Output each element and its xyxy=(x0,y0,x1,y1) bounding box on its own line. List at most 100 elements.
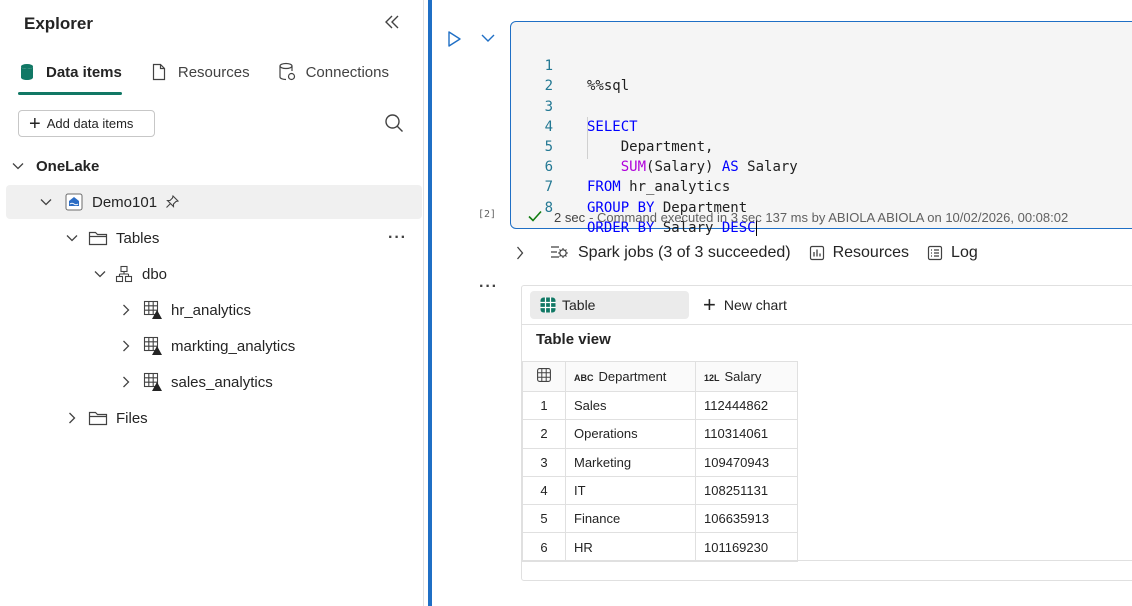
code-line: 2 xyxy=(511,56,1131,94)
code-editor[interactable]: 1 %%sql 2 3 SELECT 4 Department, 5 SUM(S… xyxy=(511,36,1131,237)
tree-item-table[interactable]: markting_analytics xyxy=(0,329,422,363)
database-icon xyxy=(18,62,36,82)
more-options-icon[interactable]: ··· xyxy=(388,229,407,247)
chevron-down-icon[interactable] xyxy=(64,230,80,246)
code-line: 3 SELECT xyxy=(511,76,1131,135)
table-icon xyxy=(537,368,551,382)
code-line: 5 SUM(Salary) AS Salary xyxy=(511,117,1131,175)
cell-department: IT xyxy=(565,475,696,506)
column-header-department[interactable]: ABC Department xyxy=(565,361,696,392)
checkmark-icon xyxy=(528,209,542,226)
table-row[interactable]: 4 IT 108251131 xyxy=(522,475,798,506)
output-view-tabs: Table + New chart xyxy=(530,291,797,319)
run-cell-button[interactable] xyxy=(446,30,464,48)
tab-data-items[interactable]: Data items xyxy=(18,58,122,95)
collapse-pane-button[interactable] xyxy=(384,13,404,35)
select-all-cell[interactable] xyxy=(522,361,566,392)
chevron-down-icon xyxy=(481,34,495,42)
plus-icon: + xyxy=(29,112,41,135)
tree-item-tables[interactable]: Tables ··· xyxy=(0,221,422,255)
divider xyxy=(522,324,1132,325)
chevron-right-icon[interactable] xyxy=(118,374,134,390)
chevron-right-icon[interactable] xyxy=(118,302,134,318)
log-label: Log xyxy=(951,244,978,261)
tab-table-label: Table xyxy=(562,297,596,313)
code-cell[interactable]: 1 %%sql 2 3 SELECT 4 Department, 5 SUM(S… xyxy=(510,21,1132,237)
tree-label-files: Files xyxy=(116,409,148,427)
expand-spark-jobs-button[interactable] xyxy=(516,246,532,260)
cell-department: HR xyxy=(565,532,696,562)
cell-status: 2 sec - Command executed in 3 sec 137 ms… xyxy=(528,209,1068,226)
delta-table-icon xyxy=(143,336,163,356)
column-name: Department xyxy=(598,369,667,384)
document-icon xyxy=(150,62,168,82)
chevron-right-icon[interactable] xyxy=(118,338,134,354)
integer-type-badge: 12L xyxy=(704,373,720,383)
table-row[interactable]: 1 Sales 112444862 xyxy=(522,390,798,421)
tab-resources-label: Resources xyxy=(177,63,250,81)
bar-chart-icon xyxy=(809,245,825,261)
delta-table-icon xyxy=(143,372,163,392)
row-index: 6 xyxy=(522,532,566,562)
code-line: 4 Department, xyxy=(511,97,1131,155)
tree-label-onelake: OneLake xyxy=(36,157,100,175)
cell-department: Operations xyxy=(565,419,696,449)
result-table: ABC Department 12L Salary 1 Sales 11244486… xyxy=(522,361,798,562)
tree-label-table: sales_analytics xyxy=(171,373,273,391)
table-row[interactable]: 3 Marketing 109470943 xyxy=(522,447,798,477)
string-type-badge: ABC xyxy=(574,373,594,383)
play-icon xyxy=(448,31,461,47)
tab-table[interactable]: Table xyxy=(530,291,689,319)
log-button[interactable]: Log xyxy=(927,244,978,262)
row-index: 1 xyxy=(522,390,566,421)
tab-resources[interactable]: Resources xyxy=(150,58,250,86)
cell-salary: 108251131 xyxy=(695,475,798,506)
cell-output-toolbar: Spark jobs (3 of 3 succeeded) Resources … xyxy=(516,240,996,266)
chevron-down-icon[interactable] xyxy=(38,194,54,210)
tree-item-lakehouse[interactable]: Demo101 xyxy=(6,185,422,219)
pane-splitter[interactable] xyxy=(428,0,432,606)
tree-item-onelake[interactable]: OneLake xyxy=(0,149,422,183)
tree-item-table[interactable]: hr_analytics xyxy=(0,293,422,327)
tree-item-files[interactable]: Files xyxy=(0,401,422,435)
delta-table-icon xyxy=(143,300,163,320)
resources-label: Resources xyxy=(832,244,910,261)
output-more-icon[interactable]: ··· xyxy=(479,278,498,296)
explorer-pane: Explorer Data items Resources Connection… xyxy=(0,0,424,606)
tab-connections-label: Connections xyxy=(305,63,389,81)
log-icon xyxy=(927,245,943,261)
tree-label-tables: Tables xyxy=(116,229,160,247)
tree-item-table[interactable]: sales_analytics xyxy=(0,365,422,399)
status-duration: 2 sec xyxy=(554,210,586,225)
spark-jobs-button[interactable]: Spark jobs (3 of 3 succeeded) xyxy=(550,244,791,262)
tree-label-table: hr_analytics xyxy=(171,301,252,319)
chevron-down-icon[interactable] xyxy=(10,158,26,174)
lakehouse-icon xyxy=(64,192,84,212)
new-chart-button[interactable]: + New chart xyxy=(693,291,797,319)
table-row[interactable]: 6 HR 101169230 xyxy=(522,532,798,562)
new-chart-label: New chart xyxy=(723,297,787,313)
tree-label-schema: dbo xyxy=(142,265,168,283)
code-line: 8 ORDER BY Salary DESC xyxy=(511,177,1131,237)
resources-button[interactable]: Resources xyxy=(809,244,909,262)
code-line: 7 GROUP BY Department xyxy=(511,157,1131,215)
pin-icon[interactable] xyxy=(165,195,180,209)
table-row[interactable]: 5 Finance 106635913 xyxy=(522,504,798,534)
search-icon xyxy=(385,114,403,132)
cell-options-button[interactable] xyxy=(480,30,498,48)
column-name: Salary xyxy=(724,369,762,384)
cell-department: Finance xyxy=(565,504,696,534)
search-button[interactable] xyxy=(384,113,406,135)
chevron-down-icon[interactable] xyxy=(92,266,108,282)
table-row[interactable]: 2 Operations 110314061 xyxy=(522,419,798,449)
cell-salary: 106635913 xyxy=(695,504,798,534)
tab-connections[interactable]: Connections xyxy=(278,58,389,86)
add-data-items-button[interactable]: + Add data items xyxy=(18,110,155,137)
execution-count: [2] xyxy=(478,209,497,220)
row-index: 3 xyxy=(522,447,566,477)
tab-data-items-label: Data items xyxy=(46,63,122,81)
column-header-salary[interactable]: 12L Salary xyxy=(695,361,798,392)
table-header-row: ABC Department 12L Salary xyxy=(522,361,798,392)
chevron-right-icon[interactable] xyxy=(64,410,80,426)
tree-item-schema[interactable]: dbo xyxy=(0,257,422,291)
